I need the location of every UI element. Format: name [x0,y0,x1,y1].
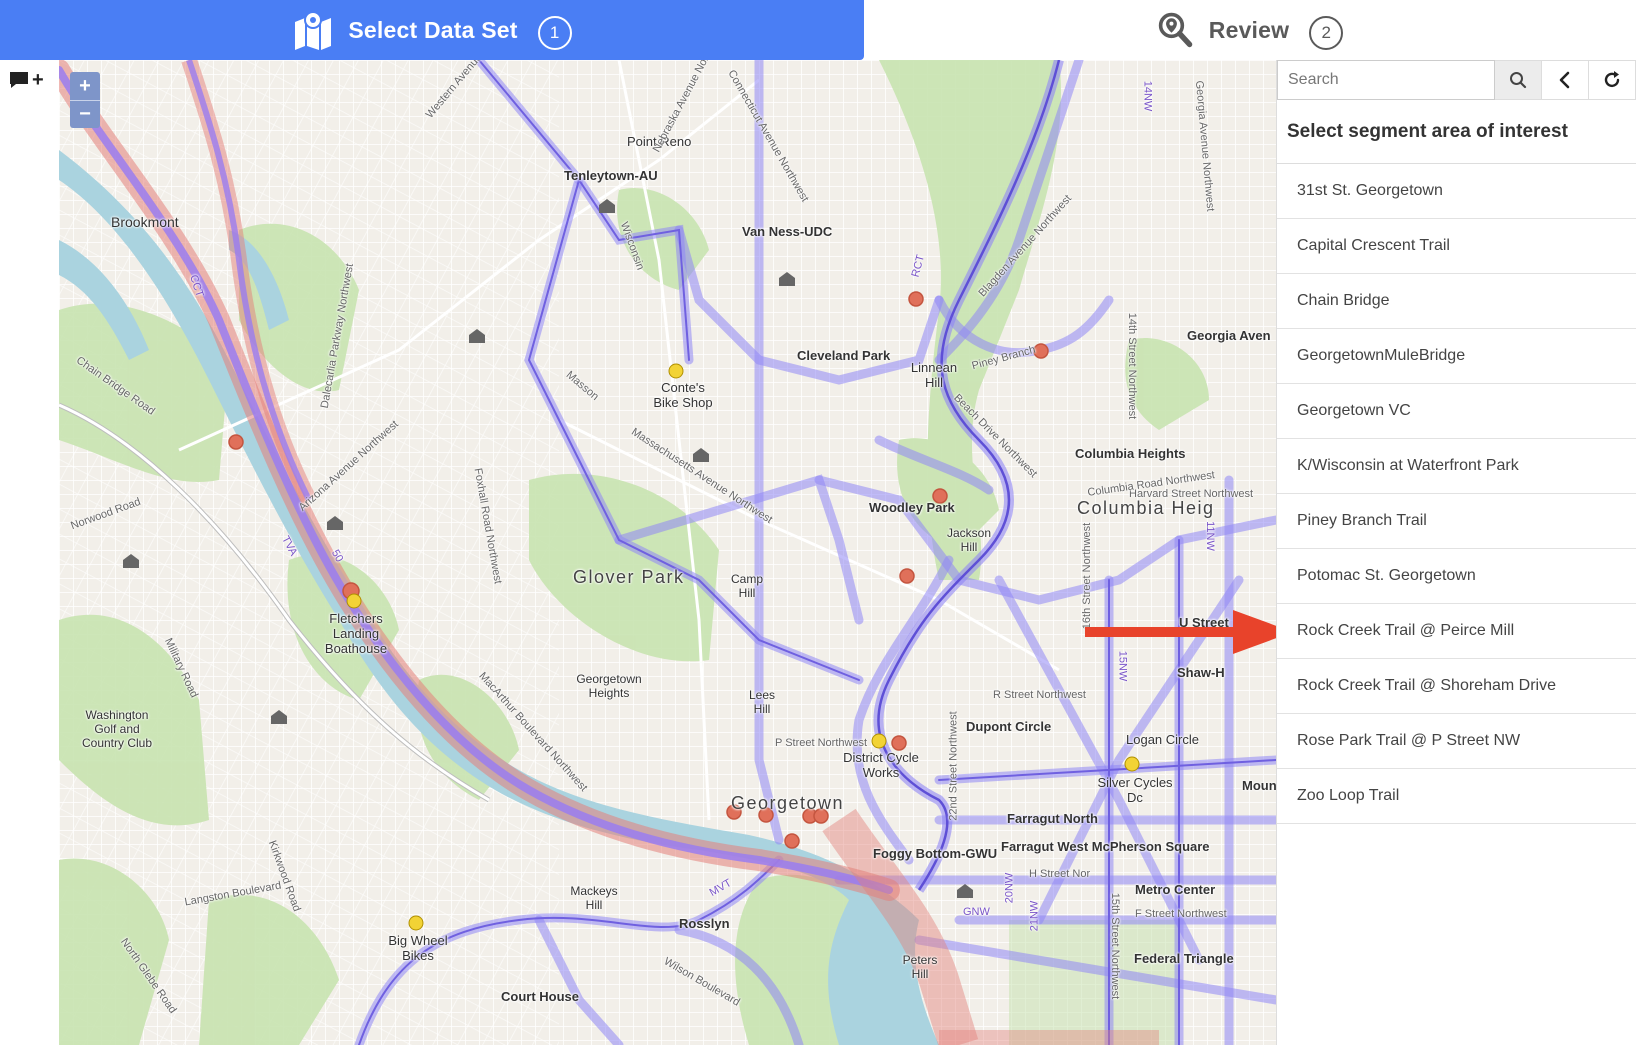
refresh-icon [1604,71,1620,88]
place-label: Conte's Bike Shop [653,380,713,410]
magnify-pin-icon [1158,12,1193,48]
place-label: Farragut West McPherson Square [1001,839,1210,854]
road-label: F Street Northwest [1135,908,1227,920]
place-label: Georgetown Heights [576,672,642,700]
road-label: 14th Street Northwest [1126,312,1139,420]
place-label: Jackson Hill [946,526,992,554]
step-1-label: Select Data Set [348,16,518,43]
step-1-number: 1 [537,16,572,50]
search-input[interactable] [1277,60,1495,100]
segment-item[interactable]: Rock Creek Trail @ Peirce Mill [1277,604,1636,659]
map-canvas[interactable]: Brookmont Tenleytown-AU Point Reno Van N… [59,60,1276,1045]
place-label: Van Ness-UDC [742,224,833,239]
panel-title: Select segment area of interest [1277,100,1636,164]
trail-label: 20NW [1003,872,1016,904]
place-label: Camp Hill [730,572,763,600]
road-label: H Street Nor [1029,868,1091,880]
segment-item[interactable]: Rose Park Trail @ P Street NW [1277,714,1636,769]
add-comment-icon [10,72,28,88]
segment-item[interactable]: Zoo Loop Trail [1277,769,1636,824]
segment-item[interactable]: Georgetown VC [1277,384,1636,439]
trail-label: GNW [963,906,990,918]
road-label: 15th Street Northwest [1109,892,1122,1000]
chevron-left-icon [1559,71,1570,89]
add-comment-plus: + [32,68,44,91]
place-label: Mackeys Hill [570,884,618,912]
search-button[interactable] [1495,60,1542,100]
map-icon [295,11,332,50]
stepper: Select Data Set 1 Review 2 [0,0,1636,60]
place-label: Woodley Park [869,500,955,515]
place-label: Brookmont [111,214,179,230]
segment-item[interactable]: Capital Crescent Trail [1277,219,1636,274]
zoom-out-button[interactable]: − [70,100,100,128]
place-label: Glover Park [573,567,685,587]
place-label: Silver Cycles Dc [1097,775,1173,805]
road-label: R Street Northwest [993,689,1086,701]
place-label: Rosslyn [679,916,730,931]
place-label: Court House [501,989,579,1004]
place-label: Fletchers Landing Boathouse [324,611,388,656]
road-label: P Street Northwest [775,737,868,749]
add-comment-button[interactable]: + [8,66,50,94]
segment-item[interactable]: Piney Branch Trail [1277,494,1636,549]
place-label: Federal Triangle [1134,951,1234,966]
pointer-arrow [1085,610,1293,654]
segment-item[interactable]: Potomac St. Georgetown [1277,549,1636,604]
segment-item[interactable]: K/Wisconsin at Waterfront Park [1277,439,1636,494]
search-bar [1277,60,1636,100]
step-select-data-set[interactable]: Select Data Set 1 [0,0,864,60]
trail-label: 11NW [1203,521,1216,551]
back-button[interactable] [1542,60,1589,100]
place-label: Logan Circle [1126,732,1199,747]
place-label: Dupont Circle [966,719,1052,734]
place-label: Mount [1242,778,1276,793]
place-label: Columbia Heights [1075,446,1186,461]
step-review[interactable]: Review 2 [864,0,1636,60]
segment-panel: Select segment area of interest 31st St.… [1276,60,1636,1045]
place-label: Shaw-H [1177,665,1225,680]
place-label: Foggy Bottom-GWU [873,846,998,861]
place-label: Cleveland Park [797,348,891,363]
road-label: 22nd Street Northwest [947,711,960,821]
place-label: Farragut North [1007,811,1098,826]
zoom-control: + − [70,72,100,128]
zoom-in-button[interactable]: + [70,72,100,100]
search-icon [1510,72,1527,89]
trail-label: 21NW [1028,900,1041,932]
segment-list: 31st St. Georgetown Capital Crescent Tra… [1277,164,1636,824]
refresh-button[interactable] [1589,60,1636,100]
place-label: Georgetown [731,793,845,813]
trail-label: 14NW [1141,80,1154,112]
segment-item[interactable]: 31st St. Georgetown [1277,164,1636,219]
place-label: Peters Hill [902,953,938,981]
place-label: Lees Hill [748,688,776,716]
place-label: Big Wheel Bikes [388,933,448,963]
place-label: District Cycle Works [843,750,919,780]
segment-item[interactable]: Chain Bridge [1277,274,1636,329]
place-label: Washington Golf and Country Club [81,708,153,750]
segment-item[interactable]: GeorgetownMuleBridge [1277,329,1636,384]
place-label: Linnean Hill [910,360,958,390]
place-label: Tenleytown-AU [564,168,658,183]
place-label: Metro Center [1135,882,1216,897]
place-label: Georgia Aven [1187,328,1271,343]
segment-item[interactable]: Rock Creek Trail @ Shoreham Drive [1277,659,1636,714]
place-label: Columbia Heig [1077,498,1215,518]
step-2-label: Review [1208,16,1290,43]
step-2-number: 2 [1309,16,1344,50]
